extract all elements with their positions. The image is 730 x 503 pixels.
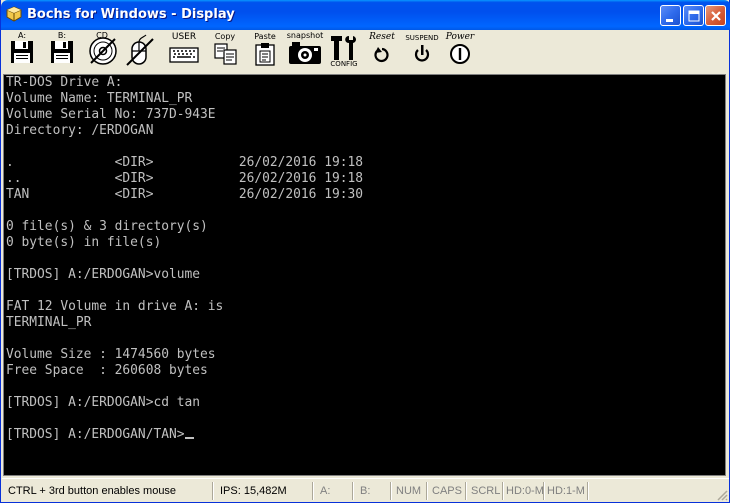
- console-display[interactable]: TR-DOS Drive A: Volume Name: TERMINAL_PR…: [3, 74, 726, 476]
- console-line: Volume Name: TERMINAL_PR: [6, 91, 193, 106]
- reset-label: Reset: [369, 32, 395, 42]
- console-line: Free Space : 260608 bytes: [6, 363, 208, 378]
- maximize-button[interactable]: [683, 5, 704, 26]
- reset-icon: [374, 47, 389, 63]
- hd0-indicator: HD:0-M: [506, 485, 544, 497]
- bochs-window: Bochs for Windows - Display A: B: CD USE…: [0, 0, 730, 503]
- console-prompt-line: [TRDOS] A:/ERDOGAN/TAN>: [6, 427, 194, 443]
- window-title: Bochs for Windows - Display: [27, 7, 235, 22]
- status-divider: [212, 482, 214, 500]
- floppy-b-indicator: B:: [360, 485, 371, 497]
- copy-icon: [214, 43, 237, 65]
- floppy-b-button[interactable]: B:: [46, 30, 78, 74]
- console-line: Volume Serial No: 737D-943E: [6, 107, 216, 122]
- floppy-b-label: B:: [57, 31, 67, 40]
- floppy-a-button[interactable]: A:: [6, 30, 38, 74]
- close-button[interactable]: [705, 5, 726, 26]
- console-prompt: [TRDOS] A:/ERDOGAN/TAN>: [6, 427, 185, 442]
- camera-icon: [289, 42, 321, 64]
- mouse-hint-text: CTRL + 3rd button enables mouse: [8, 485, 177, 497]
- power-label: Power: [445, 32, 475, 42]
- toolbar: A: B: CD USER Copy Paste snapshot CONFIG…: [2, 30, 729, 74]
- scroll-lock-indicator: SCRL: [471, 485, 501, 497]
- user-label: USER: [171, 32, 197, 42]
- cdrom-icon: [89, 37, 117, 65]
- console-line: FAT 12 Volume in drive A: is: [6, 299, 224, 314]
- console-line: Directory: /ERDOGAN: [6, 123, 154, 138]
- minimize-button[interactable]: [660, 5, 681, 26]
- snapshot-label: snapshot: [286, 31, 324, 40]
- suspend-label: SUSPEND: [405, 34, 439, 42]
- status-bar: CTRL + 3rd button enables mouse IPS: 15,…: [2, 478, 729, 502]
- floppy-a-label: A:: [17, 31, 27, 40]
- title-bar[interactable]: Bochs for Windows - Display: [1, 0, 730, 30]
- snapshot-button[interactable]: snapshot: [286, 30, 324, 74]
- close-icon: [711, 11, 721, 21]
- config-button[interactable]: CONFIG: [328, 30, 360, 74]
- mouse-disabled-icon: [126, 34, 154, 66]
- config-label: CONFIG: [330, 60, 358, 68]
- keyboard-icon: [169, 47, 199, 63]
- caps-lock-indicator: CAPS: [432, 485, 462, 497]
- console-line: TAN <DIR> 26/02/2016 19:30: [6, 187, 363, 202]
- mouse-toggle-button[interactable]: [122, 30, 156, 74]
- power-button[interactable]: Power: [442, 30, 478, 74]
- text-cursor: [184, 437, 194, 439]
- paste-icon: [255, 43, 275, 66]
- suspend-icon: [414, 45, 430, 62]
- num-lock-indicator: NUM: [396, 485, 422, 497]
- copy-button[interactable]: Copy: [210, 30, 240, 74]
- console-line: .. <DIR> 26/02/2016 19:18: [6, 171, 363, 186]
- user-button[interactable]: USER: [166, 30, 202, 74]
- floppy-a-indicator: A:: [320, 485, 331, 497]
- status-divider: [352, 482, 354, 500]
- hd1-indicator: HD:1-M: [547, 485, 585, 497]
- paste-label: Paste: [254, 32, 276, 41]
- console-line: TR-DOS Drive A:: [6, 75, 123, 90]
- ips-indicator: IPS: 15,482M: [220, 485, 287, 497]
- console-line: TERMINAL_PR: [6, 315, 92, 330]
- floppy-disk-icon: [11, 41, 33, 63]
- suspend-button[interactable]: SUSPEND: [402, 30, 442, 74]
- resize-grip-icon[interactable]: [716, 489, 728, 501]
- status-divider: [312, 482, 314, 500]
- paste-button[interactable]: Paste: [250, 30, 280, 74]
- cdrom-button[interactable]: CD: [86, 30, 118, 74]
- console-line: . <DIR> 26/02/2016 19:18: [6, 155, 363, 170]
- power-icon: [450, 44, 470, 64]
- copy-label: Copy: [214, 32, 236, 41]
- console-line: 0 byte(s) in file(s): [6, 235, 162, 250]
- reset-button[interactable]: Reset: [366, 30, 398, 74]
- status-divider: [587, 482, 589, 500]
- console-line: Volume Size : 1474560 bytes: [6, 347, 216, 362]
- console-line: [TRDOS] A:/ERDOGAN>cd tan: [6, 395, 201, 410]
- floppy-disk-icon: [51, 41, 73, 63]
- console-line: [TRDOS] A:/ERDOGAN>volume: [6, 267, 201, 282]
- bochs-app-icon[interactable]: [6, 6, 22, 22]
- maximize-icon: [688, 10, 700, 22]
- console-line: 0 file(s) & 3 directory(s): [6, 219, 208, 234]
- minimize-icon: [666, 19, 673, 22]
- config-icon: [331, 36, 356, 60]
